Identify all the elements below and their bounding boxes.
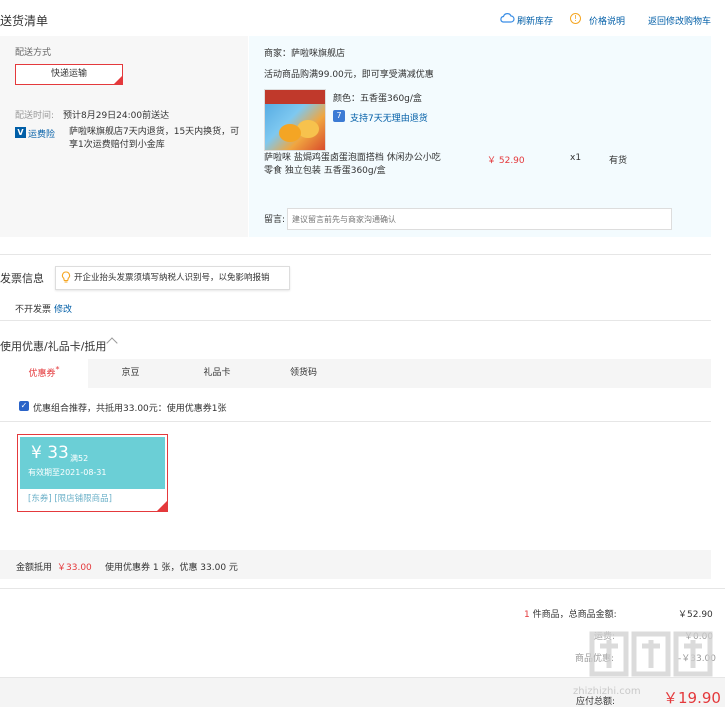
discount-label: 金额抵用 <box>16 563 53 573</box>
page-section-title: 送货清单 <box>0 14 49 28</box>
divider <box>0 421 711 422</box>
coupon-condition: 满52 <box>70 454 89 463</box>
refresh-stock-link[interactable]: 刷新库存 <box>517 14 553 27</box>
combo-recommend-text: 优惠组合推荐，共抵用33.00元：使用优惠券1张 <box>33 404 227 414</box>
shipping-insurance-link[interactable]: 运费险 <box>28 127 55 140</box>
promo-text: 活动商品购满99.00元，即可享受满减优惠 <box>264 70 434 80</box>
shipping-method-value: 快递运输 <box>50 69 87 79</box>
divider <box>0 588 725 589</box>
delivery-time-label: 配送时间: <box>15 111 55 121</box>
delivery-time-value: 预计8月29日24:00前送达 <box>63 111 170 121</box>
discount-amount: ￥33.00 <box>57 563 92 573</box>
watermark-text: zhizhizhi.com <box>573 686 641 697</box>
checkbox-icon[interactable]: ✓ <box>19 401 29 411</box>
tab-redeem-code[interactable]: 领货码 <box>261 359 346 388</box>
watermark-logo <box>589 631 713 677</box>
selected-corner <box>157 501 167 511</box>
price-info-link[interactable]: 价格说明 <box>589 14 625 27</box>
tab-gift-card[interactable]: 礼品卡 <box>173 359 261 388</box>
return-policy: 支持7天无理由退货 <box>350 114 428 124</box>
invoice-title: 发票信息 <box>0 272 44 285</box>
bulb-icon <box>61 271 71 283</box>
product-color: 颜色：五香蛋360g/盒 <box>333 94 422 104</box>
payable-amount: ￥19.90 <box>663 689 721 707</box>
info-icon: ! <box>570 13 581 24</box>
discount-detail: 使用优惠券 1 张，优惠 33.00 元 <box>105 563 238 573</box>
invoice-tip: 开企业抬头发票须填写纳税人识别号，以免影响报销 <box>55 266 290 290</box>
tab-coupon[interactable]: 优惠券* <box>0 359 88 388</box>
remark-label: 留言: <box>264 215 286 225</box>
product-name[interactable]: 萨啦咪 盐焗鸡蛋卤蛋泡面搭档 休闲办公小吃零食 独立包装 五香蛋360g/盒 <box>264 152 449 178</box>
invoice-value: 不开发票 <box>15 305 52 315</box>
goods-total: ￥52.90 <box>678 610 713 620</box>
product-image[interactable] <box>264 89 326 151</box>
cloud-icon[interactable] <box>499 13 515 23</box>
divider <box>0 254 711 255</box>
shipping-insurance-desc: 萨啦咪旗舰店7天内退货，15天内换货，可享1次运费赔付到小金库 <box>69 127 240 150</box>
shipping-method-button[interactable]: 快递运输 <box>15 64 123 85</box>
selected-corner <box>114 76 122 84</box>
divider <box>0 320 711 321</box>
invoice-edit-link[interactable]: 修改 <box>54 302 72 315</box>
product-stock: 有货 <box>609 156 628 166</box>
coupon-expiry: 有效期至2021-08-31 <box>28 468 107 477</box>
back-to-cart-link[interactable]: 返回修改购物车 <box>648 14 711 27</box>
product-price: ￥ 52.90 <box>487 156 525 166</box>
item-count-label: 1 件商品，总商品金额: <box>524 610 617 620</box>
remark-input[interactable] <box>287 208 672 230</box>
product-qty: x1 <box>570 153 582 163</box>
coupon-amount: ¥ 33 <box>31 443 69 463</box>
seller-name: 商家：萨啦咪旗舰店 <box>264 49 346 59</box>
coupon-section-title[interactable]: 使用优惠/礼品卡/抵用 <box>0 338 106 354</box>
coupon-tags: [东券] [限店铺限商品] <box>28 494 112 504</box>
shipping-method-label: 配送方式 <box>15 48 52 58</box>
chevron-up-icon[interactable] <box>106 337 118 349</box>
return-icon: 7 <box>333 110 345 122</box>
tab-jingdou[interactable]: 京豆 <box>88 359 173 388</box>
insurance-icon: V <box>15 127 26 138</box>
